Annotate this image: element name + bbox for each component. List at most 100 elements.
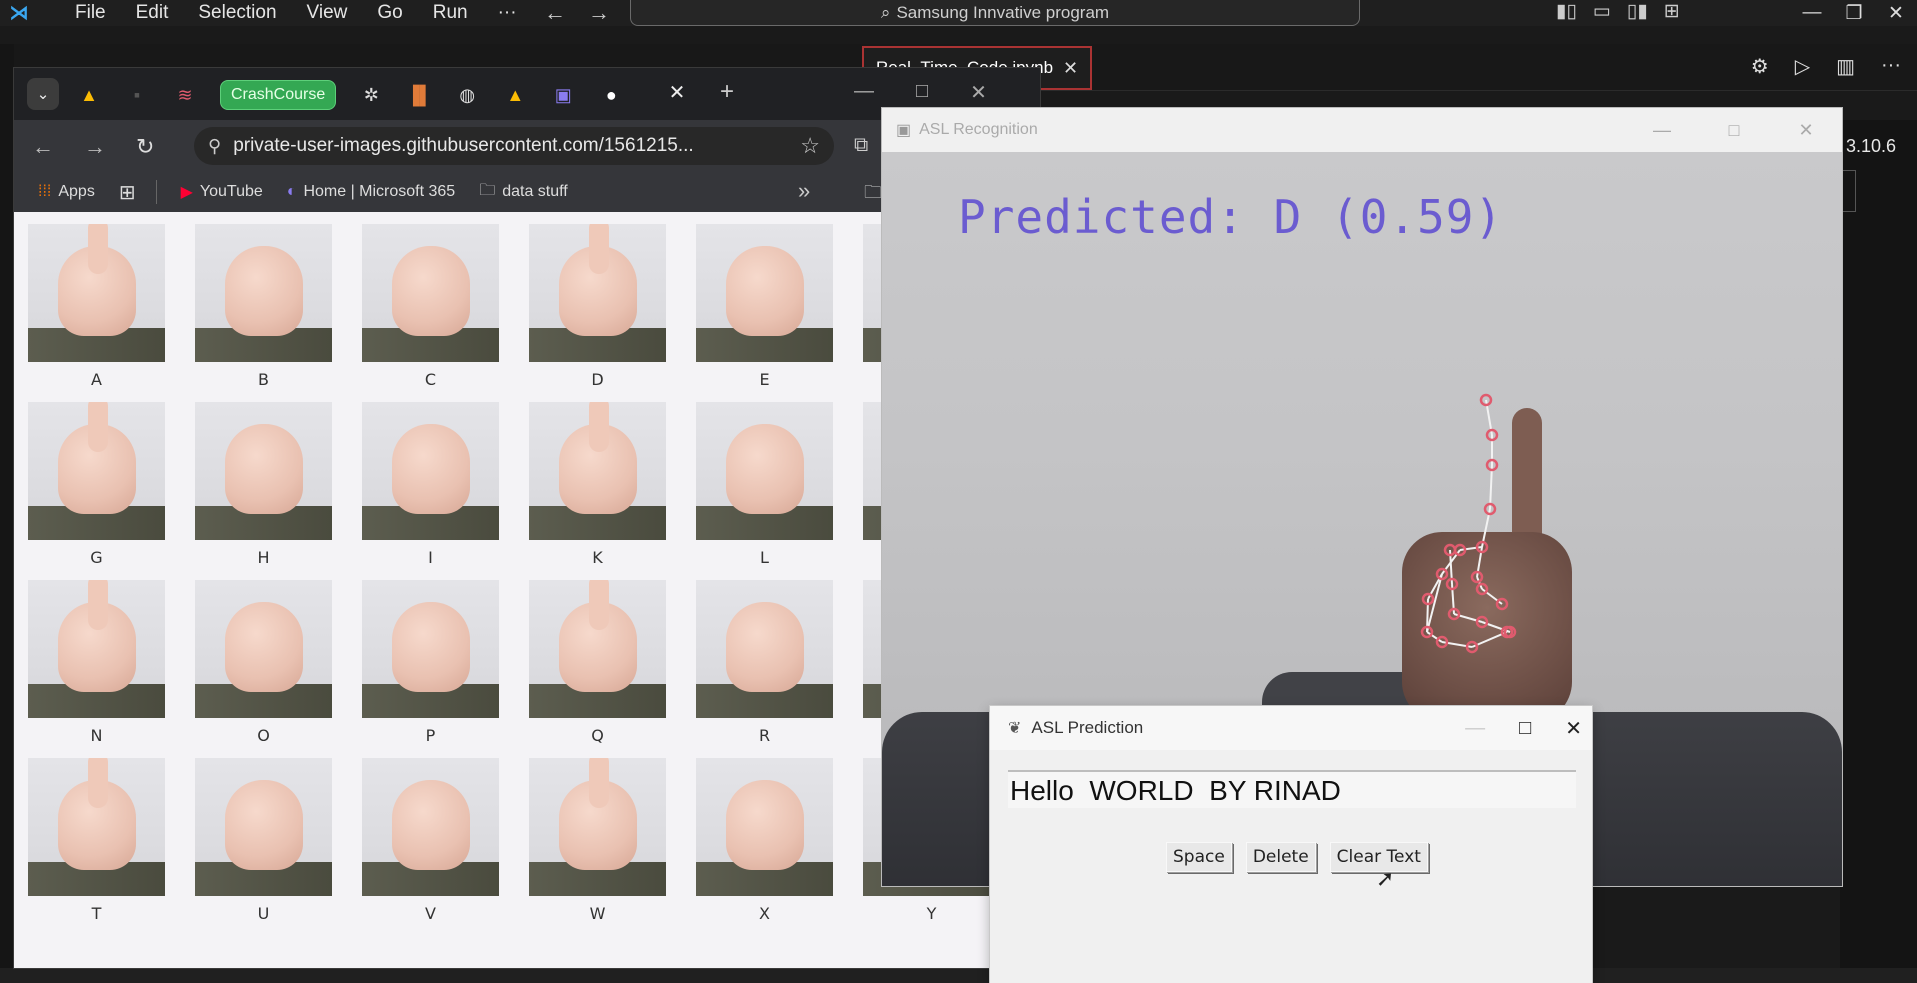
split-editor-icon[interactable]: ▥ bbox=[1836, 54, 1855, 79]
tab-search-chevron-icon[interactable]: ⌄ bbox=[27, 78, 59, 110]
bookmark-microsoft365[interactable]: ◐ Home | Microsoft 365 bbox=[287, 183, 455, 201]
prediction-maximize-icon[interactable]: □ bbox=[1519, 717, 1531, 740]
menu-selection[interactable]: Selection bbox=[183, 2, 291, 24]
chrome-minimize-icon[interactable]: — bbox=[854, 80, 874, 105]
chrome-maximize-icon[interactable]: □ bbox=[916, 80, 928, 105]
extensions-puzzle-icon[interactable]: ⧉ bbox=[854, 134, 868, 157]
asl-letter-cell: P bbox=[362, 580, 499, 750]
chrome-close-icon[interactable]: ✕ bbox=[970, 80, 987, 105]
github-tab-icon[interactable]: ● bbox=[598, 82, 624, 108]
more-actions-icon[interactable]: ··· bbox=[1881, 54, 1901, 79]
asl-letter-cell: L bbox=[696, 402, 833, 572]
menu-edit[interactable]: Edit bbox=[121, 2, 184, 24]
other-bookmarks-folder-icon[interactable]: 🗀 bbox=[864, 180, 882, 210]
run-icon[interactable]: ▷ bbox=[1795, 54, 1810, 79]
chrome-reload-icon[interactable]: ↻ bbox=[136, 134, 154, 160]
command-center-search[interactable]: ⌕ Samsung Innvative program bbox=[630, 0, 1360, 26]
kernel-version[interactable]: 3.10.6 bbox=[1846, 136, 1896, 157]
bookmark-label: Home | Microsoft 365 bbox=[303, 183, 456, 200]
delete-button[interactable]: Delete bbox=[1245, 842, 1316, 872]
asl-letter-label: W bbox=[589, 904, 606, 923]
address-bar[interactable]: ⚲ private-user-images.githubusercontent.… bbox=[194, 127, 834, 165]
asl-letter-cell: N bbox=[28, 580, 165, 750]
forward-arrow-icon[interactable]: → bbox=[588, 0, 610, 26]
customize-layout-icon[interactable]: ⊞ bbox=[1664, 0, 1680, 23]
asl-letter-cell: Q bbox=[529, 580, 666, 750]
space-button[interactable]: Space bbox=[1166, 842, 1232, 872]
new-tab-plus-icon[interactable]: + bbox=[720, 78, 734, 106]
vscode-titlebar: ⋊ File Edit Selection View Go Run ··· ← … bbox=[0, 0, 1917, 26]
asl-hand-photo bbox=[28, 402, 165, 540]
asl-letter-cell: B bbox=[195, 224, 332, 394]
menu-view[interactable]: View bbox=[292, 2, 363, 24]
asl-letter-label: P bbox=[425, 726, 436, 745]
tab-close-icon[interactable]: ✕ bbox=[1063, 58, 1078, 79]
drive-tab-2-icon[interactable]: ▲ bbox=[502, 82, 528, 108]
menu-file[interactable]: File bbox=[60, 2, 121, 24]
blank-tab-icon[interactable]: ▪ bbox=[124, 82, 150, 108]
asl-hand-photo bbox=[28, 580, 165, 718]
asl-letter-label: U bbox=[257, 904, 270, 923]
asl-letter-label: Q bbox=[591, 726, 604, 745]
address-url: private-user-images.githubusercontent.co… bbox=[233, 135, 694, 156]
vscode-minimize-icon[interactable]: — bbox=[1791, 2, 1833, 24]
predicted-label: Predicted: D (0.59) bbox=[958, 190, 1504, 244]
bookmarks-overflow-icon[interactable]: » bbox=[798, 178, 810, 204]
prediction-text-field[interactable] bbox=[1008, 770, 1576, 808]
status-bar bbox=[0, 968, 1917, 983]
drive-tab-icon[interactable]: ▲ bbox=[76, 82, 102, 108]
recognition-minimize-icon[interactable]: — bbox=[1626, 120, 1698, 141]
asl-hand-photo bbox=[696, 402, 833, 540]
asl-hand-photo bbox=[195, 758, 332, 896]
bookmark-youtube[interactable]: ▶ YouTube bbox=[181, 182, 263, 202]
asl-letter-cell: K bbox=[529, 402, 666, 572]
vscode-logo-icon: ⋊ bbox=[9, 2, 29, 24]
asl-letter-label: V bbox=[425, 904, 436, 923]
asl-letter-label: G bbox=[90, 548, 103, 567]
prediction-minimize-icon[interactable]: — bbox=[1465, 717, 1485, 740]
asl-hand-photo bbox=[529, 758, 666, 896]
chart-tab-icon[interactable]: ▐▌ bbox=[406, 82, 433, 108]
tab-groups-icon[interactable]: ⊞ bbox=[119, 180, 136, 205]
openai-tab-icon[interactable]: ✲ bbox=[358, 82, 384, 108]
vscode-close-icon[interactable]: ✕ bbox=[1875, 2, 1917, 25]
toggle-panel-icon[interactable]: ▭ bbox=[1593, 0, 1611, 23]
bookmark-star-icon[interactable]: ☆ bbox=[800, 133, 820, 159]
vscode-restore-icon[interactable]: ❐ bbox=[1833, 2, 1875, 25]
bookmark-apps[interactable]: ⁞⁞⁞ Apps bbox=[38, 183, 95, 201]
recognition-close-icon[interactable]: ✕ bbox=[1770, 120, 1842, 141]
menu-more[interactable]: ··· bbox=[483, 2, 532, 24]
asl-letter-grid: A B C D E G H I K L N O P Q R T U V W X Y bbox=[28, 224, 1000, 928]
toggle-secondary-sidebar-icon[interactable]: ▯▮ bbox=[1627, 0, 1648, 23]
back-arrow-icon[interactable]: ← bbox=[544, 0, 566, 26]
menu-go[interactable]: Go bbox=[362, 2, 417, 24]
chrome-forward-icon[interactable]: → bbox=[84, 134, 106, 160]
bookmark-data-stuff[interactable]: 🗀 data stuff bbox=[479, 179, 568, 206]
asl-hand-photo bbox=[28, 224, 165, 362]
globe-tab-icon[interactable]: ◍ bbox=[454, 82, 480, 108]
asl-hand-photo bbox=[28, 758, 165, 896]
bookmark-label: YouTube bbox=[199, 183, 263, 200]
asl-letter-cell: U bbox=[195, 758, 332, 928]
chrome-back-icon[interactable]: ← bbox=[32, 134, 54, 160]
prediction-close-icon[interactable]: ✕ bbox=[1565, 716, 1582, 741]
recognition-title: ASL Recognition bbox=[919, 121, 1038, 138]
site-info-icon[interactable]: ⚲ bbox=[208, 136, 221, 157]
asl-letter-label: L bbox=[760, 548, 769, 567]
chat-tab-icon[interactable]: ▣ bbox=[550, 82, 576, 108]
active-tab-close-icon[interactable]: ✕ bbox=[662, 78, 692, 108]
recognition-maximize-icon[interactable]: □ bbox=[1698, 120, 1770, 141]
asl-letter-cell: C bbox=[362, 224, 499, 394]
asl-letter-label: K bbox=[592, 548, 603, 567]
folder-icon: 🗀 bbox=[479, 181, 496, 199]
layers-tab-icon[interactable]: ≋ bbox=[172, 82, 198, 108]
crashcourse-tab[interactable]: CrashCourse bbox=[220, 80, 337, 110]
asl-letter-cell: R bbox=[696, 580, 833, 750]
settings-gear-icon[interactable]: ⚙ bbox=[1751, 54, 1769, 79]
asl-letter-cell: D bbox=[529, 224, 666, 394]
toggle-sidebar-icon[interactable]: ▮▯ bbox=[1556, 0, 1577, 23]
menu-run[interactable]: Run bbox=[418, 2, 483, 24]
asl-hand-photo bbox=[696, 580, 833, 718]
asl-letter-cell: X bbox=[696, 758, 833, 928]
asl-letter-cell: W bbox=[529, 758, 666, 928]
